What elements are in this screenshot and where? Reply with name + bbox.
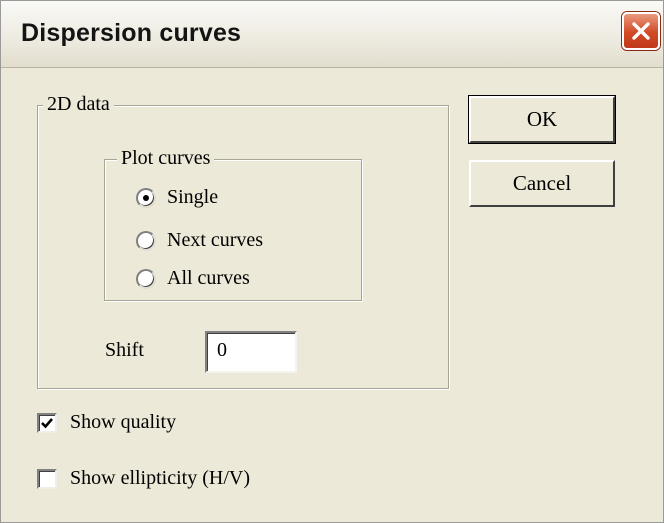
close-button[interactable] (622, 12, 660, 50)
radio-selected-dot (143, 195, 149, 201)
show-quality-label[interactable]: Show quality (70, 411, 176, 434)
shift-input[interactable]: 0 (205, 331, 297, 373)
radio-single[interactable] (136, 188, 156, 208)
group-plot-curves-legend: Plot curves (117, 147, 215, 170)
show-ellipticity-label[interactable]: Show ellipticity (H/V) (70, 467, 250, 490)
radio-all-curves-label[interactable]: All curves (167, 267, 250, 290)
radio-all-curves[interactable] (136, 269, 156, 289)
radio-single-label[interactable]: Single (167, 186, 218, 209)
show-quality-checkbox[interactable] (37, 413, 57, 433)
radio-next-curves[interactable] (136, 231, 156, 251)
dispersion-curves-dialog: Dispersion curves 2D data Plot curves Si… (0, 0, 664, 523)
radio-next-curves-label[interactable]: Next curves (167, 229, 263, 252)
group-2d-data-legend: 2D data (43, 93, 114, 116)
cancel-button[interactable]: Cancel (469, 160, 615, 207)
shift-label: Shift (105, 339, 144, 361)
window-title: Dispersion curves (21, 19, 242, 47)
show-ellipticity-checkbox[interactable] (37, 469, 57, 489)
title-bar[interactable]: Dispersion curves (1, 1, 663, 68)
ok-button[interactable]: OK (468, 95, 616, 144)
